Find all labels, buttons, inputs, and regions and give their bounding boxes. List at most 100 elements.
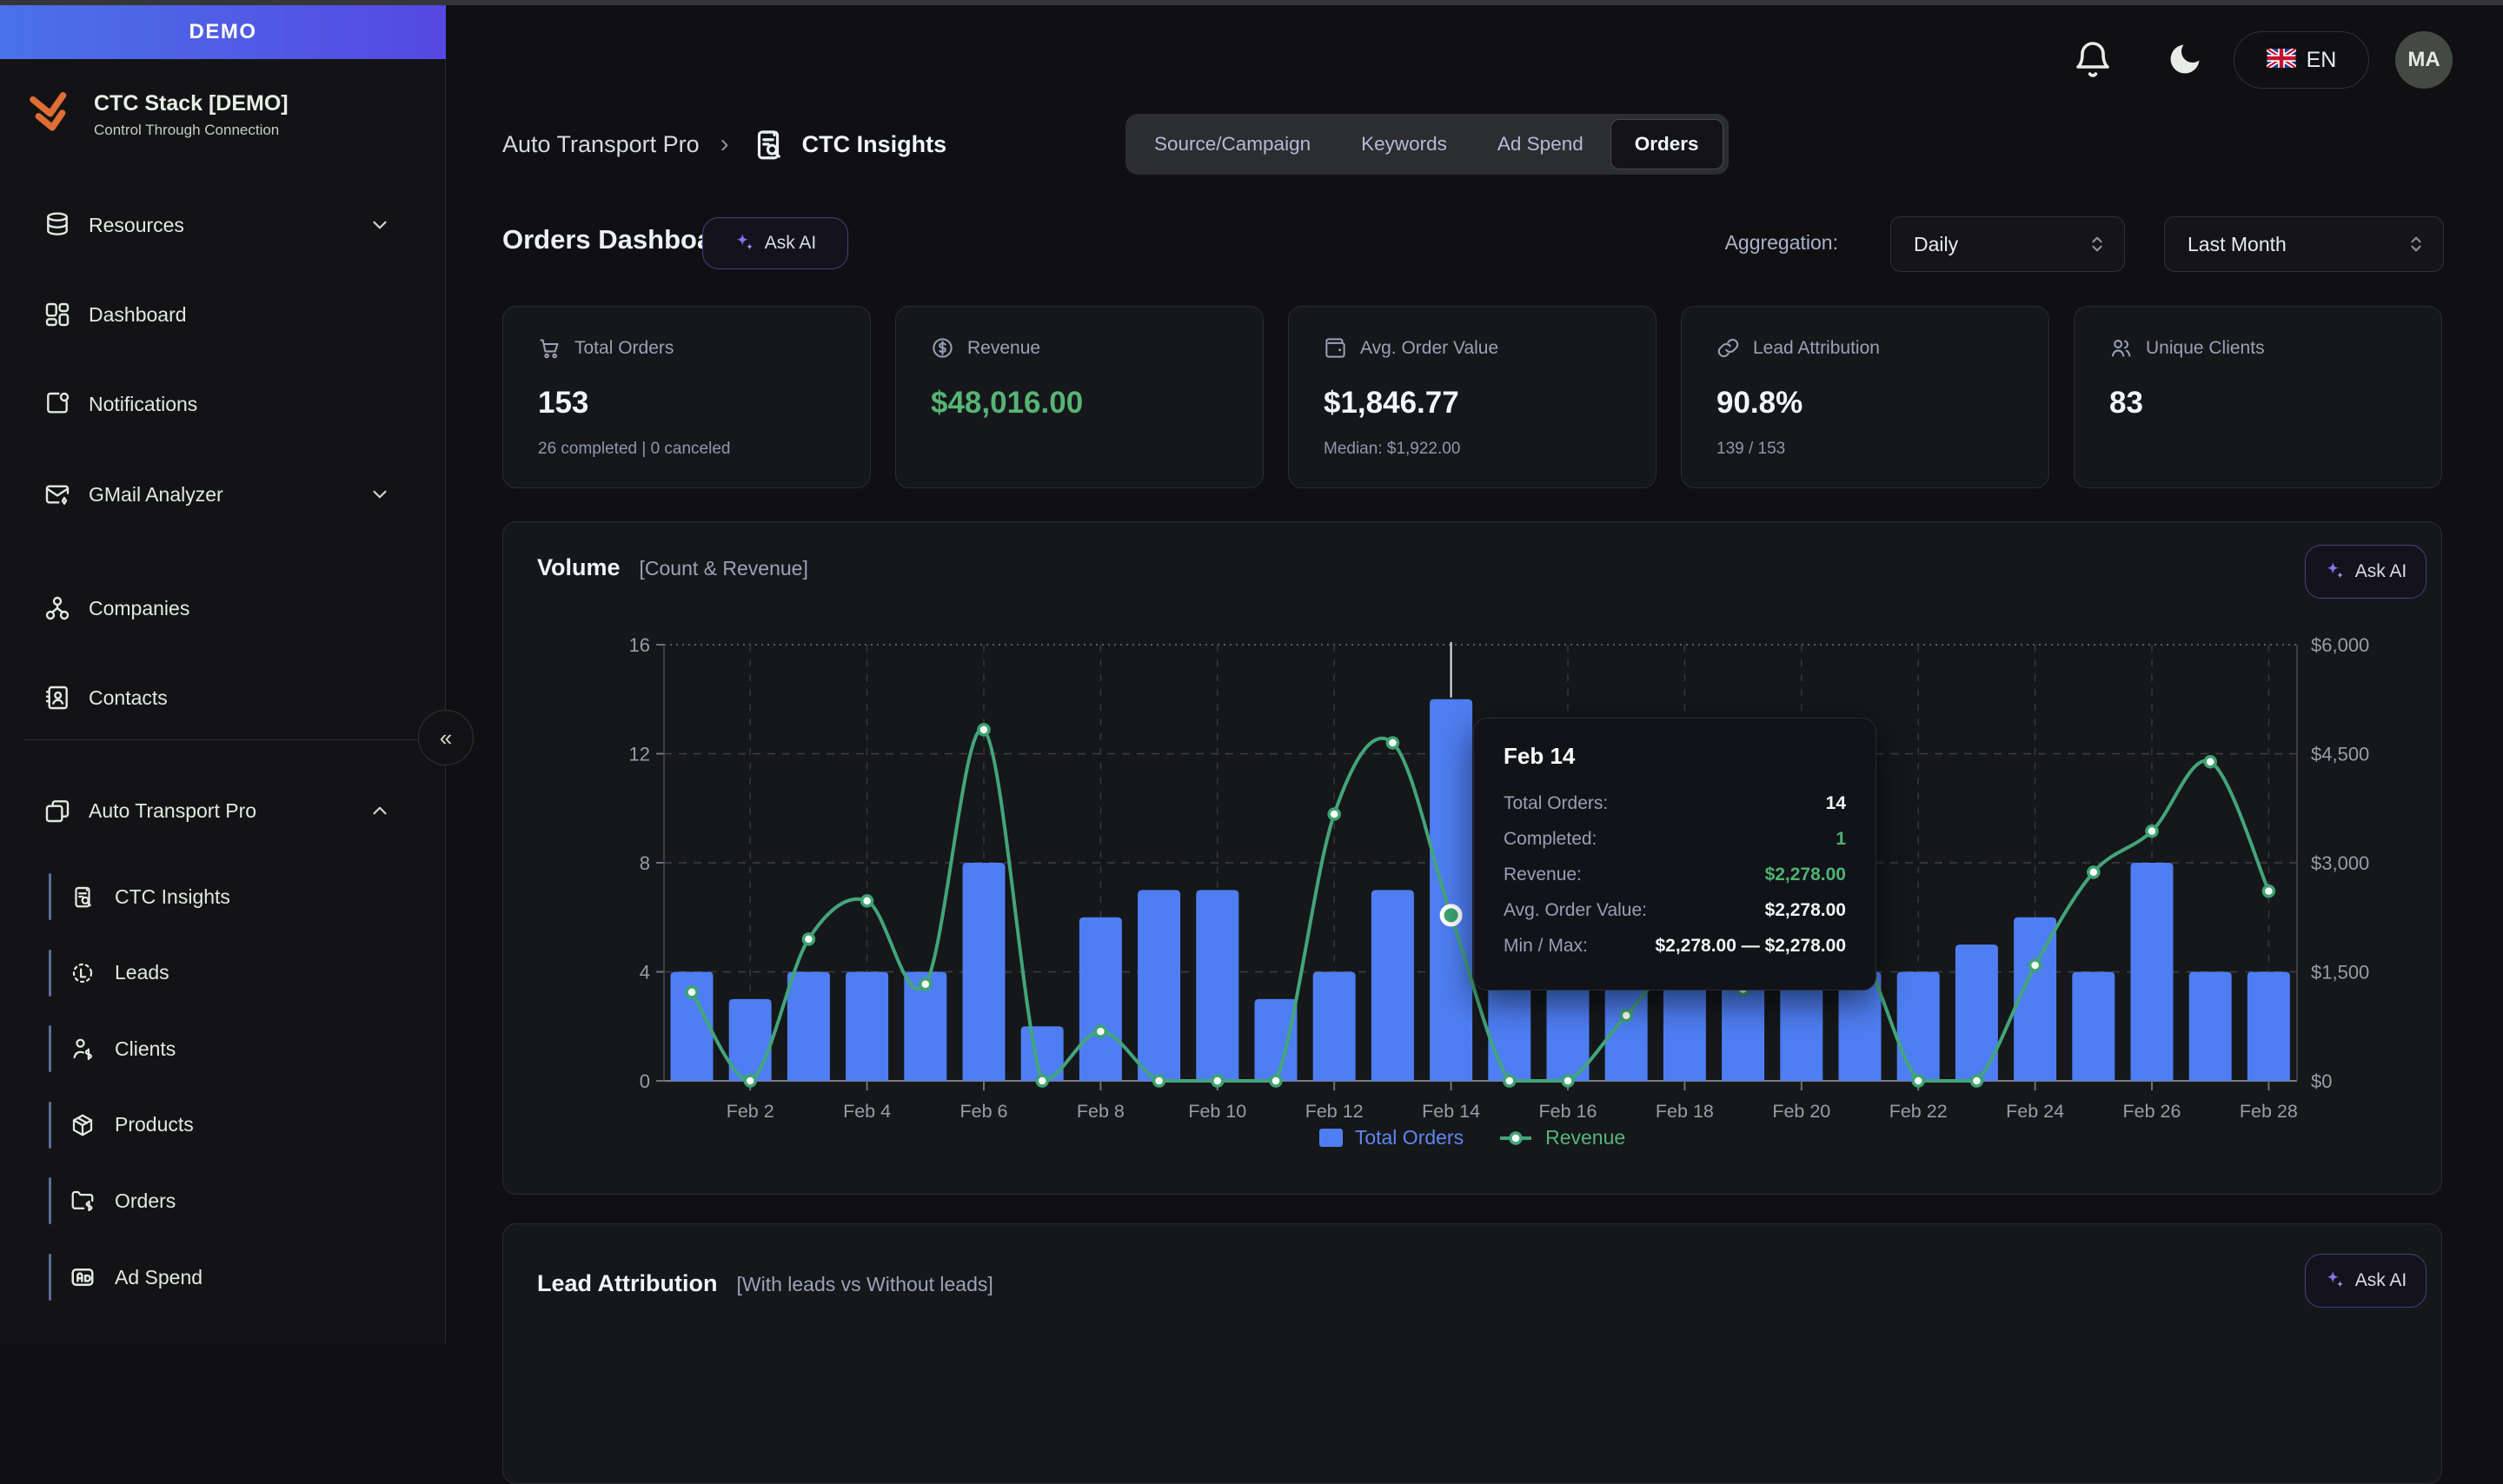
- aggregation-select[interactable]: Daily: [1890, 216, 2125, 272]
- revenue-point[interactable]: [687, 987, 697, 997]
- cart-icon: [538, 336, 561, 360]
- revenue-point[interactable]: [1504, 1076, 1515, 1086]
- subitem-rail: [49, 1025, 51, 1072]
- products-icon: [70, 1112, 96, 1138]
- sidebar-subitem-leads[interactable]: Leads: [0, 943, 445, 1004]
- sidebar-subitem-orders[interactable]: Orders: [0, 1170, 445, 1231]
- lead-attribution-header: Lead Attribution [With leads vs Without …: [537, 1270, 993, 1297]
- subitem-rail: [49, 1254, 51, 1301]
- bar-feb-28[interactable]: [2247, 972, 2290, 1082]
- legend-square-swatch: [1319, 1129, 1343, 1147]
- sidebar-item-label: Products: [115, 1113, 194, 1136]
- tooltip-row: Total Orders: 14: [1504, 785, 1846, 821]
- revenue-point[interactable]: [745, 1076, 755, 1086]
- sparkle-icon: [2325, 561, 2346, 582]
- breadcrumb: Auto Transport Pro › CTC Insights: [502, 120, 946, 169]
- sidebar-item-contacts[interactable]: Contacts: [0, 668, 445, 727]
- bar-feb-6[interactable]: [963, 863, 1006, 1081]
- revenue-point[interactable]: [1971, 1076, 1982, 1086]
- orders-icon: [70, 1188, 96, 1214]
- svg-text:Feb 24: Feb 24: [2006, 1101, 2064, 1122]
- sidebar: DEMO CTC Stack [DEMO] Control Through Co…: [0, 0, 446, 1343]
- revenue-point[interactable]: [1154, 1076, 1165, 1086]
- bar-feb-22[interactable]: [1897, 972, 1940, 1082]
- sidebar-subitem-products[interactable]: Products: [0, 1095, 445, 1156]
- bar-feb-14[interactable]: [1430, 699, 1472, 1081]
- ask-ai-label: Ask AI: [765, 233, 817, 254]
- revenue-point[interactable]: [803, 934, 813, 944]
- revenue-point[interactable]: [1387, 738, 1398, 748]
- dark-mode-moon-icon[interactable]: [2166, 40, 2204, 78]
- tab-orders[interactable]: Orders: [1610, 119, 1723, 169]
- volume-title: Volume: [537, 554, 621, 581]
- bar-feb-10[interactable]: [1196, 890, 1238, 1081]
- kpi-title: Unique Clients: [2146, 338, 2265, 359]
- legend-item-revenue[interactable]: Revenue: [1498, 1126, 1625, 1149]
- revenue-point[interactable]: [1563, 1076, 1573, 1086]
- bar-feb-27[interactable]: [2189, 972, 2232, 1082]
- revenue-point[interactable]: [862, 896, 873, 906]
- bar-feb-25[interactable]: [2072, 972, 2115, 1082]
- sidebar-item-resources[interactable]: Resources: [0, 195, 445, 255]
- revenue-point[interactable]: [979, 725, 989, 735]
- date-range-select[interactable]: Last Month: [2164, 216, 2444, 272]
- revenue-point[interactable]: [1271, 1076, 1281, 1086]
- avatar[interactable]: MA: [2395, 31, 2453, 89]
- revenue-point-highlight[interactable]: [1442, 906, 1460, 924]
- language-selector[interactable]: EN: [2234, 31, 2369, 89]
- revenue-point[interactable]: [2147, 826, 2157, 837]
- bar-feb-8[interactable]: [1079, 918, 1122, 1081]
- bar-feb-11[interactable]: [1255, 999, 1298, 1081]
- breadcrumb-parent[interactable]: Auto Transport Pro: [502, 131, 700, 158]
- lead-ask-ai-button[interactable]: Ask AI: [2305, 1254, 2427, 1308]
- bar-feb-3[interactable]: [787, 972, 830, 1082]
- svg-text:Feb 18: Feb 18: [1656, 1101, 1714, 1122]
- revenue-point[interactable]: [1212, 1076, 1223, 1086]
- svg-text:Feb 28: Feb 28: [2240, 1101, 2298, 1122]
- revenue-point[interactable]: [2205, 757, 2215, 767]
- revenue-point[interactable]: [2088, 867, 2099, 878]
- bar-feb-13[interactable]: [1371, 890, 1414, 1081]
- chevron-down-icon: [368, 483, 391, 506]
- kpi-value: 153: [538, 386, 835, 421]
- sidebar-item-label: Auto Transport Pro: [89, 799, 256, 823]
- sidebar-item-gmail-analyzer[interactable]: GMail Analyzer: [0, 465, 445, 524]
- revenue-point[interactable]: [920, 979, 931, 990]
- legend-item-total-orders[interactable]: Total Orders: [1319, 1126, 1464, 1149]
- bar-feb-12[interactable]: [1313, 972, 1356, 1082]
- sidebar-collapse-button[interactable]: «: [418, 710, 474, 765]
- sidebar-item-auto-transport-pro[interactable]: Auto Transport Pro: [0, 781, 445, 840]
- revenue-point[interactable]: [1913, 1076, 1923, 1086]
- svg-text:Feb 20: Feb 20: [1772, 1101, 1830, 1122]
- revenue-point[interactable]: [1095, 1026, 1105, 1037]
- revenue-point[interactable]: [2030, 960, 2041, 971]
- notifications-bell-icon[interactable]: [2072, 38, 2114, 80]
- tooltip-label: Revenue:: [1504, 865, 1582, 885]
- tab-source-campaign[interactable]: Source/Campaign: [1131, 119, 1334, 169]
- revenue-point[interactable]: [2263, 886, 2274, 897]
- companies-icon: [43, 594, 71, 622]
- subitem-rail: [49, 1177, 51, 1224]
- bar-feb-9[interactable]: [1138, 890, 1180, 1081]
- bar-feb-4[interactable]: [846, 972, 888, 1082]
- revenue-point[interactable]: [1329, 809, 1339, 819]
- sidebar-subitem-ad-spend[interactable]: Ad Spend: [0, 1247, 445, 1308]
- ask-ai-button[interactable]: Ask AI: [702, 217, 848, 269]
- bar-feb-26[interactable]: [2131, 863, 2174, 1081]
- sidebar-item-companies[interactable]: Companies: [0, 579, 445, 638]
- mail-analyzer-icon: [43, 480, 71, 508]
- tab-keywords[interactable]: Keywords: [1338, 119, 1471, 169]
- window-top-strip: [0, 0, 2503, 5]
- tab-ad-spend[interactable]: Ad Spend: [1474, 119, 1607, 169]
- sidebar-item-dashboard[interactable]: Dashboard: [0, 285, 445, 344]
- sidebar-item-notifications[interactable]: Notifications: [0, 374, 445, 434]
- clients-icon: [70, 1036, 96, 1062]
- sidebar-subitem-clients[interactable]: Clients: [0, 1018, 445, 1079]
- volume-ask-ai-button[interactable]: Ask AI: [2305, 545, 2427, 599]
- revenue-point[interactable]: [1037, 1076, 1047, 1086]
- chart-legend: Total Orders Revenue: [502, 1126, 2442, 1149]
- revenue-point[interactable]: [1621, 1010, 1631, 1021]
- tooltip-value: 1: [1836, 829, 1846, 850]
- sidebar-subitem-ctc-insights[interactable]: CTC Insights: [0, 866, 445, 927]
- subitem-rail: [49, 1102, 51, 1149]
